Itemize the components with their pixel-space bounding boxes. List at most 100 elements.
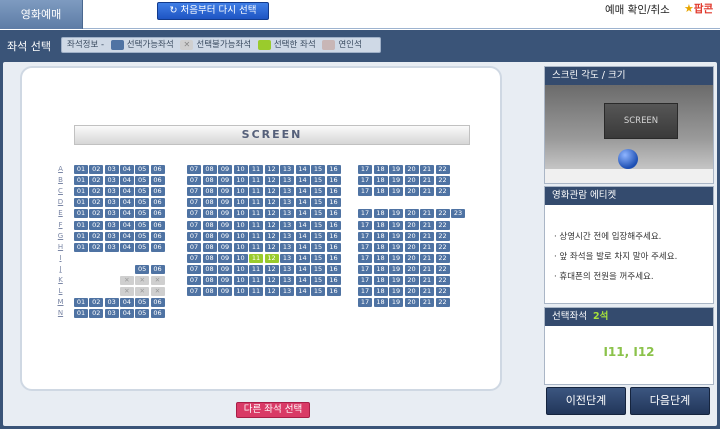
seat-a22[interactable]: 22 (435, 165, 450, 174)
seat-b19[interactable]: 19 (389, 176, 403, 186)
seat-i10[interactable]: 10 (233, 253, 248, 263)
seat-g01[interactable]: 01 (74, 231, 88, 241)
seat-g20[interactable]: 20 (404, 231, 419, 241)
seat-g16[interactable]: 16 (326, 231, 341, 241)
seat-f04[interactable]: 04 (119, 220, 134, 230)
seat-i13[interactable]: 13 (280, 253, 294, 263)
seat-m04[interactable]: 04 (119, 298, 134, 308)
popcorn-logo[interactable]: ★팝콘 (684, 1, 713, 16)
seat-l12[interactable]: 12 (264, 287, 279, 297)
seat-j08[interactable]: 08 (202, 264, 217, 274)
seat-j13[interactable]: 13 (280, 264, 294, 274)
seat-a20[interactable]: 20 (404, 165, 419, 174)
seat-k19[interactable]: 19 (389, 276, 403, 285)
seat-i16[interactable]: 16 (326, 253, 341, 263)
seat-d08[interactable]: 08 (202, 198, 217, 208)
seat-n03[interactable]: 03 (104, 309, 119, 319)
seat-c17[interactable]: 17 (358, 187, 372, 197)
seat-j22[interactable]: 22 (435, 264, 450, 274)
seat-c18[interactable]: 18 (373, 187, 388, 197)
seat-e15[interactable]: 15 (311, 209, 325, 219)
seat-j16[interactable]: 16 (326, 264, 341, 274)
seat-d04[interactable]: 04 (119, 198, 134, 208)
seat-h05[interactable]: 05 (135, 242, 150, 252)
seat-f05[interactable]: 05 (135, 220, 150, 230)
seat-g18[interactable]: 18 (373, 231, 388, 241)
seat-f17[interactable]: 17 (358, 220, 372, 230)
seat-c05[interactable]: 05 (135, 187, 150, 197)
seat-e08[interactable]: 08 (202, 209, 217, 219)
seat-h20[interactable]: 20 (404, 242, 419, 252)
seat-f02[interactable]: 02 (89, 220, 104, 230)
seat-i12[interactable]: 12 (264, 253, 279, 263)
seat-h10[interactable]: 10 (233, 242, 248, 252)
seat-e12[interactable]: 12 (264, 209, 279, 219)
seat-c22[interactable]: 22 (435, 187, 450, 197)
seat-a13[interactable]: 13 (280, 165, 294, 174)
seat-g03[interactable]: 03 (104, 231, 119, 241)
seat-k07[interactable]: 07 (187, 276, 201, 285)
seat-f21[interactable]: 21 (420, 220, 434, 230)
seat-h04[interactable]: 04 (119, 242, 134, 252)
seat-b02[interactable]: 02 (89, 176, 104, 186)
seat-i18[interactable]: 18 (373, 253, 388, 263)
seat-g11[interactable]: 11 (249, 231, 263, 241)
seat-g05[interactable]: 05 (135, 231, 150, 241)
seat-f07[interactable]: 07 (187, 220, 201, 230)
seat-k20[interactable]: 20 (404, 276, 419, 285)
seat-l08[interactable]: 08 (202, 287, 217, 297)
seat-h17[interactable]: 17 (358, 242, 372, 252)
seat-h14[interactable]: 14 (295, 242, 310, 252)
seat-g14[interactable]: 14 (295, 231, 310, 241)
seat-c16[interactable]: 16 (326, 187, 341, 197)
seat-e23[interactable]: 23 (451, 209, 465, 219)
seat-d13[interactable]: 13 (280, 198, 294, 208)
seat-c13[interactable]: 13 (280, 187, 294, 197)
seat-j11[interactable]: 11 (249, 264, 263, 274)
seat-e02[interactable]: 02 (89, 209, 104, 219)
seat-k10[interactable]: 10 (233, 276, 248, 285)
seat-m05[interactable]: 05 (135, 298, 150, 308)
seat-b07[interactable]: 07 (187, 176, 201, 186)
seat-b06[interactable]: 06 (150, 176, 165, 186)
seat-f16[interactable]: 16 (326, 220, 341, 230)
seat-j17[interactable]: 17 (358, 264, 372, 274)
seat-h18[interactable]: 18 (373, 242, 388, 252)
seat-e19[interactable]: 19 (389, 209, 403, 219)
seat-m18[interactable]: 18 (373, 298, 388, 308)
seat-k16[interactable]: 16 (326, 276, 341, 285)
seat-g15[interactable]: 15 (311, 231, 325, 241)
seat-g22[interactable]: 22 (435, 231, 450, 241)
seat-b17[interactable]: 17 (358, 176, 372, 186)
seat-b16[interactable]: 16 (326, 176, 341, 186)
seat-i09[interactable]: 09 (218, 253, 232, 263)
seat-d06[interactable]: 06 (150, 198, 165, 208)
seat-l14[interactable]: 14 (295, 287, 310, 297)
seat-b13[interactable]: 13 (280, 176, 294, 186)
seat-a21[interactable]: 21 (420, 165, 434, 174)
tab-movie-booking[interactable]: 영화예매 (0, 0, 83, 29)
seat-g06[interactable]: 06 (150, 231, 165, 241)
seat-i07[interactable]: 07 (187, 253, 201, 263)
seat-h07[interactable]: 07 (187, 242, 201, 252)
seat-d01[interactable]: 01 (74, 198, 88, 208)
seat-e07[interactable]: 07 (187, 209, 201, 219)
seat-j20[interactable]: 20 (404, 264, 419, 274)
seat-e18[interactable]: 18 (373, 209, 388, 219)
seat-n02[interactable]: 02 (89, 309, 104, 319)
seat-e11[interactable]: 11 (249, 209, 263, 219)
seat-l18[interactable]: 18 (373, 287, 388, 297)
seat-a12[interactable]: 12 (264, 165, 279, 174)
seat-m21[interactable]: 21 (420, 298, 434, 308)
seat-g09[interactable]: 09 (218, 231, 232, 241)
seat-c08[interactable]: 08 (202, 187, 217, 197)
seat-a01[interactable]: 01 (74, 165, 88, 174)
seat-i14[interactable]: 14 (295, 253, 310, 263)
seat-m20[interactable]: 20 (404, 298, 419, 308)
seat-b05[interactable]: 05 (135, 176, 150, 186)
seat-e16[interactable]: 16 (326, 209, 341, 219)
seat-f15[interactable]: 15 (311, 220, 325, 230)
seat-j06[interactable]: 06 (150, 264, 165, 274)
seat-f08[interactable]: 08 (202, 220, 217, 230)
seat-h13[interactable]: 13 (280, 242, 294, 252)
